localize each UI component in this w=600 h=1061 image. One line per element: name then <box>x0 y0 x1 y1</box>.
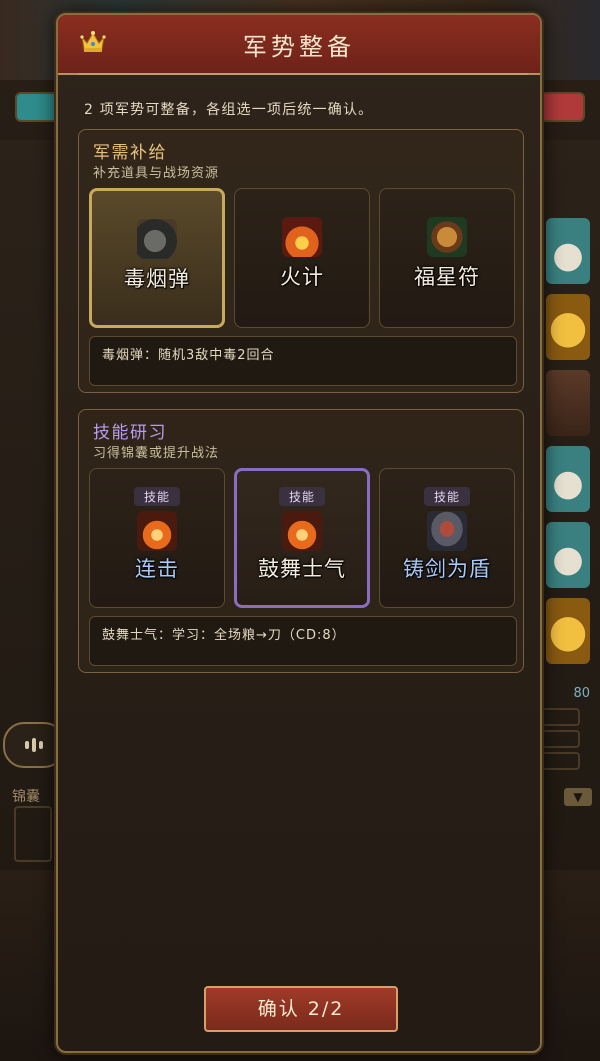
chevron-down-icon: ▼ <box>564 788 592 806</box>
background-tile <box>546 598 590 664</box>
skill-tag: 技能 <box>423 487 471 506</box>
background-tile <box>546 218 590 284</box>
background-tile <box>546 446 590 512</box>
confirm-button[interactable]: 确认 2/2 <box>204 986 398 1032</box>
option-fire-stratagem[interactable]: 火计 <box>234 188 370 328</box>
background-tile <box>546 370 590 436</box>
option-description: 毒烟弹：随机3敌中毒2回合 <box>89 336 517 386</box>
option-lucky-charm[interactable]: 福星符 <box>379 188 515 328</box>
option-label: 连击 <box>135 557 179 581</box>
section-subtitle: 习得锦囊或提升战法 <box>93 446 220 461</box>
fire-stratagem-icon <box>282 217 322 257</box>
divider <box>78 73 528 75</box>
dialog-title: 军势整备 <box>243 33 355 61</box>
flame-icon <box>282 511 322 551</box>
section-title: 军需补给 <box>93 143 167 163</box>
skill-tag: 技能 <box>278 487 326 506</box>
supply-section: 军需补给 补充道具与战场资源 毒烟弹 火计 福星符 毒烟弹：随机3敌中毒2回合 <box>78 129 524 393</box>
option-label: 鼓舞士气 <box>258 557 346 581</box>
section-subtitle: 补充道具与战场资源 <box>93 166 220 181</box>
background-slot <box>536 708 580 726</box>
background-counter: 80 <box>573 686 590 701</box>
option-label: 福星符 <box>414 265 480 289</box>
option-description: 鼓舞士气：学习：全场粮→刀（CD:8） <box>89 616 517 666</box>
option-rally-morale[interactable]: 技能 鼓舞士气 <box>234 468 370 608</box>
skill-tag: 技能 <box>133 487 181 506</box>
armor-icon <box>427 511 467 551</box>
flame-icon <box>137 511 177 551</box>
background-slot <box>536 752 580 770</box>
lucky-charm-icon <box>427 217 467 257</box>
option-label: 毒烟弹 <box>124 267 190 291</box>
background-jinnang-label: 锦囊 <box>12 789 40 805</box>
dialog-instructions: 2 项军势可整备，各组选一项后统一确认。 <box>84 102 374 118</box>
background-tile <box>546 522 590 588</box>
background-slot <box>536 730 580 748</box>
army-prep-dialog: 军势整备 2 项军势可整备，各组选一项后统一确认。 军需补给 补充道具与战场资源… <box>56 13 542 1053</box>
skill-section: 技能研习 习得锦囊或提升战法 技能 连击 技能 鼓舞士气 技能 铸剑为盾 鼓舞士… <box>78 409 524 673</box>
background-tile <box>546 294 590 360</box>
dialog-header: 军势整备 <box>58 15 540 75</box>
option-sword-to-shield[interactable]: 技能 铸剑为盾 <box>379 468 515 608</box>
smoke-bomb-icon <box>137 219 177 259</box>
option-combo-strike[interactable]: 技能 连击 <box>89 468 225 608</box>
option-label: 火计 <box>280 265 324 289</box>
option-smoke-bomb[interactable]: 毒烟弹 <box>89 188 225 328</box>
section-title: 技能研习 <box>93 423 167 443</box>
option-label: 铸剑为盾 <box>403 557 491 581</box>
background-jinnang-slot <box>14 806 52 862</box>
